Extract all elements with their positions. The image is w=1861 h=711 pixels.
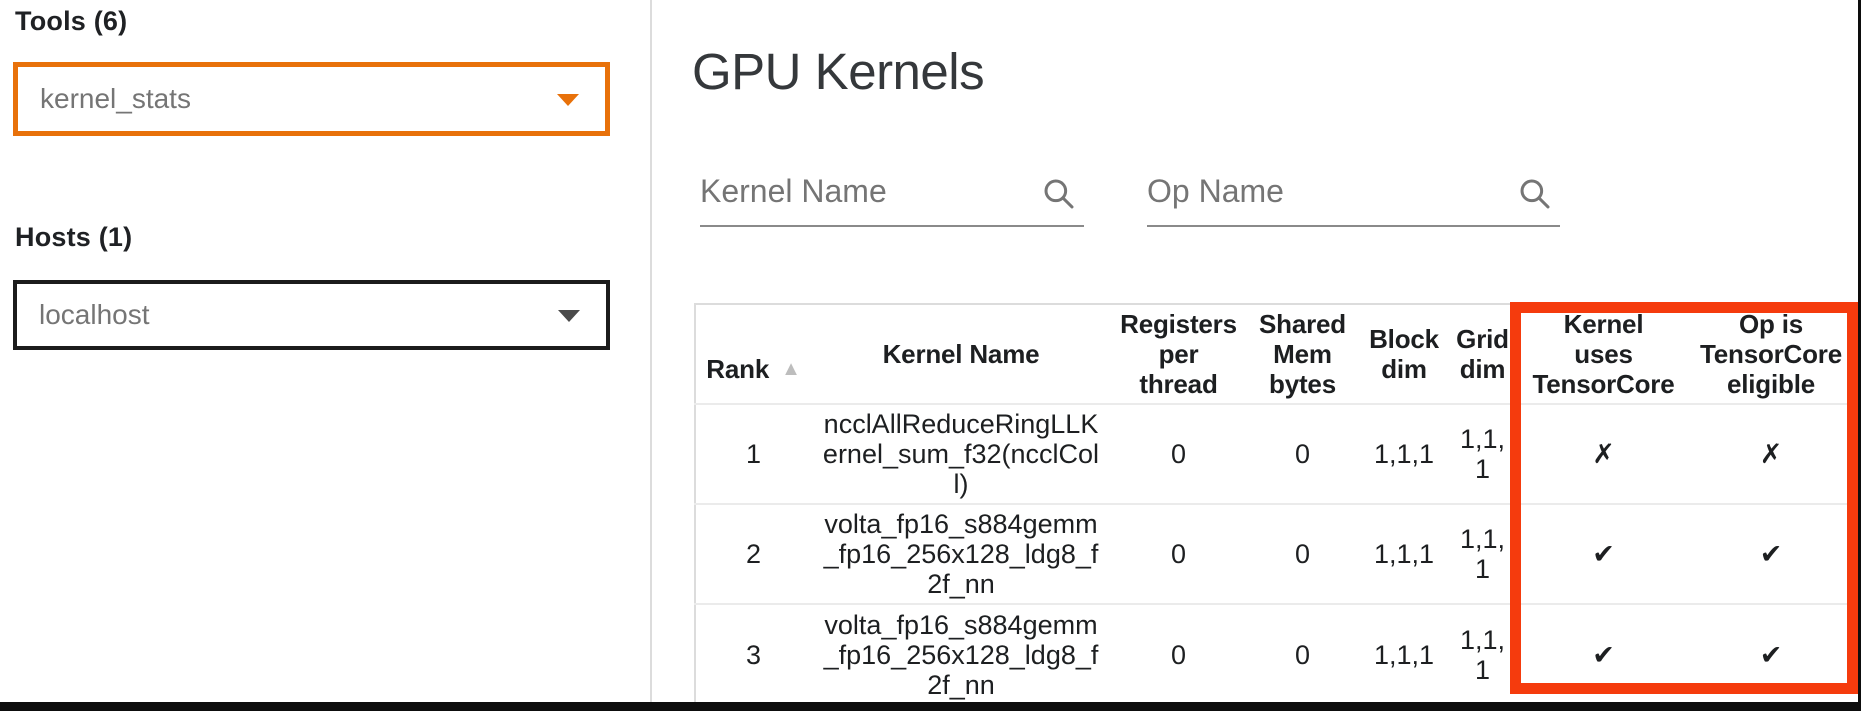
column-header-block-dim[interactable]: Block dim (1359, 304, 1449, 404)
hosts-select[interactable]: localhost (13, 280, 610, 350)
kernel-name-cell: ncclAllReduceRingLLK ernel_sum_f32(ncclC… (811, 404, 1111, 504)
rank-cell: 1 (695, 404, 811, 504)
gpu-kernels-table: Rank▲ Kernel Name Registers per thread S… (694, 303, 1851, 704)
registers-cell: 0 (1111, 604, 1246, 704)
table-row: 3 volta_fp16_s884gemm _fp16_256x128_ldg8… (695, 604, 1851, 704)
op-tensorcore-eligible-cell: ✗ (1691, 404, 1851, 504)
grid-dim-cell: 1,1, 1 (1449, 404, 1516, 504)
op-name-input[interactable] (1147, 163, 1560, 225)
tools-select-value: kernel_stats (40, 83, 191, 115)
op-tensorcore-eligible-cell: ✔ (1691, 504, 1851, 604)
sidebar-divider (650, 0, 652, 702)
rank-cell: 2 (695, 504, 811, 604)
search-icon (1040, 175, 1078, 213)
column-header-kernel-name[interactable]: Kernel Name (811, 304, 1111, 404)
table-row: 1 ncclAllReduceRingLLK ernel_sum_f32(ncc… (695, 404, 1851, 504)
kernel-uses-tensorcore-cell: ✔ (1516, 604, 1691, 704)
shared-mem-cell: 0 (1246, 604, 1359, 704)
tools-select[interactable]: kernel_stats (13, 62, 610, 136)
kernel-name-cell: volta_fp16_s884gemm _fp16_256x128_ldg8_f… (811, 504, 1111, 604)
search-icon (1516, 175, 1554, 213)
page-title: GPU Kernels (692, 42, 984, 101)
block-dim-cell: 1,1,1 (1359, 504, 1449, 604)
column-header-shared-mem-bytes[interactable]: Shared Mem bytes (1246, 304, 1359, 404)
kernel-name-filter-field (700, 163, 1084, 227)
profiler-screen: Tools (6) kernel_stats Hosts (1) localho… (0, 0, 1861, 711)
kernel-uses-tensorcore-cell: ✔ (1516, 504, 1691, 604)
shared-mem-cell: 0 (1246, 404, 1359, 504)
column-header-grid-dim[interactable]: Grid dim (1449, 304, 1516, 404)
grid-dim-cell: 1,1, 1 (1449, 504, 1516, 604)
chevron-down-icon (558, 310, 580, 322)
table-header-row: Rank▲ Kernel Name Registers per thread S… (695, 304, 1851, 404)
sort-ascending-icon: ▲ (781, 358, 801, 380)
kernel-uses-tensorcore-cell: ✗ (1516, 404, 1691, 504)
hosts-select-value: localhost (39, 299, 150, 331)
tools-section-label: Tools (6) (15, 6, 127, 37)
shared-mem-cell: 0 (1246, 504, 1359, 604)
column-header-registers-per-thread[interactable]: Registers per thread (1111, 304, 1246, 404)
column-header-kernel-uses-tensorcore[interactable]: Kernel uses TensorCore (1516, 304, 1691, 404)
block-dim-cell: 1,1,1 (1359, 404, 1449, 504)
registers-cell: 0 (1111, 504, 1246, 604)
block-dim-cell: 1,1,1 (1359, 604, 1449, 704)
chevron-down-icon (557, 94, 579, 106)
hosts-section-label: Hosts (1) (15, 222, 132, 253)
table-row: 2 volta_fp16_s884gemm _fp16_256x128_ldg8… (695, 504, 1851, 604)
column-header-op-is-tensorcore-eligible[interactable]: Op is TensorCore eligible (1691, 304, 1851, 404)
kernel-name-input[interactable] (700, 163, 1084, 225)
column-header-rank[interactable]: Rank▲ (695, 304, 811, 404)
rank-cell: 3 (695, 604, 811, 704)
op-name-filter-field (1147, 163, 1560, 227)
bottom-window-edge (0, 702, 1861, 711)
grid-dim-cell: 1,1, 1 (1449, 604, 1516, 704)
kernel-name-cell: volta_fp16_s884gemm _fp16_256x128_ldg8_f… (811, 604, 1111, 704)
op-tensorcore-eligible-cell: ✔ (1691, 604, 1851, 704)
registers-cell: 0 (1111, 404, 1246, 504)
